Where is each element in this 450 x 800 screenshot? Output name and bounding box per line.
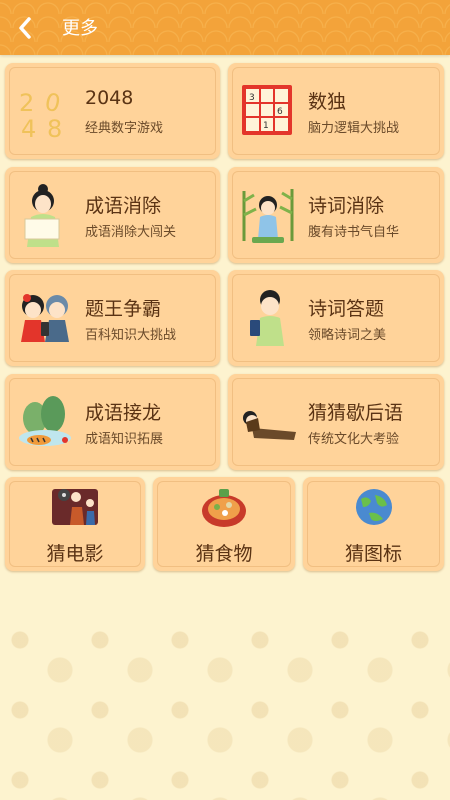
background-pattern	[0, 620, 450, 800]
sudoku-digit: 3	[249, 93, 255, 103]
game-title: 成语消除	[85, 195, 162, 217]
game-card-quiz-king[interactable]: 题王争霸 百科知识大挑战	[5, 270, 220, 366]
sudoku-grid-icon: 3 6 1	[242, 85, 292, 135]
game-card-idiom-eliminate[interactable]: 成语消除 成语消除大闯关	[5, 167, 220, 263]
guess-card-icon[interactable]: 猜图标	[303, 477, 444, 571]
game-subtitle: 脑力逻辑大挑战	[308, 121, 400, 136]
guess-card-movie[interactable]: 猜电影	[5, 477, 145, 571]
game-title: 2048	[85, 87, 134, 109]
svg-text:0: 0	[42, 88, 63, 119]
sudoku-digit: 6	[277, 107, 283, 117]
game-subtitle: 领略诗词之美	[308, 328, 387, 343]
game-subtitle: 成语消除大闯关	[85, 225, 177, 240]
2048-number-icon: 2 0 4 8	[19, 88, 63, 143]
chevron-left-icon	[19, 17, 31, 39]
game-title: 成语接龙	[85, 402, 162, 424]
svg-text:2: 2	[19, 89, 34, 117]
game-subtitle: 成语知识拓展	[85, 432, 164, 447]
hotpot-food-icon	[202, 489, 246, 527]
game-card-riddle[interactable]: 猜猜歇后语 传统文化大考验	[228, 374, 444, 470]
game-card-idiom-chain[interactable]: 成语接龙 成语知识拓展	[5, 374, 220, 470]
svg-text:8: 8	[47, 115, 62, 143]
poet-bamboo-icon	[242, 189, 294, 243]
tiger-landscape-icon	[19, 396, 71, 446]
game-card-2048[interactable]: 2 0 4 8 2048 经典数字游戏	[5, 63, 220, 159]
scholar-boy-book-icon	[250, 290, 284, 346]
guess-title: 猜食物	[195, 543, 253, 565]
svg-text:4: 4	[21, 115, 36, 143]
game-title: 数独	[308, 91, 347, 113]
game-subtitle: 腹有诗书气自华	[308, 225, 400, 240]
game-card-sudoku[interactable]: 3 6 1 数独 脑力逻辑大挑战	[228, 63, 444, 159]
guess-card-food[interactable]: 猜食物	[153, 477, 295, 571]
back-button[interactable]	[8, 10, 44, 46]
sudoku-digit: 1	[263, 121, 269, 131]
app-header: 更多	[0, 0, 450, 55]
game-card-poem-quiz[interactable]: 诗词答题 领略诗词之美	[228, 270, 444, 366]
guess-title: 猜电影	[46, 543, 104, 565]
guess-title: 猜图标	[344, 543, 402, 565]
two-kids-phone-icon	[21, 294, 69, 342]
game-title: 诗词消除	[308, 195, 385, 217]
game-subtitle: 传统文化大考验	[308, 432, 400, 447]
game-card-poem-eliminate[interactable]: 诗词消除 腹有诗书气自华	[228, 167, 444, 263]
scholar-girl-scroll-icon	[24, 184, 60, 247]
page-title: 更多	[62, 18, 98, 39]
reclining-scholar-icon	[243, 411, 296, 440]
globe-icon	[355, 489, 392, 525]
game-title: 猜猜歇后语	[308, 402, 404, 424]
movie-theater-icon	[52, 489, 98, 525]
game-subtitle: 百科知识大挑战	[85, 328, 177, 343]
game-title: 题王争霸	[85, 298, 162, 320]
game-title: 诗词答题	[308, 298, 385, 320]
game-subtitle: 经典数字游戏	[85, 121, 164, 136]
